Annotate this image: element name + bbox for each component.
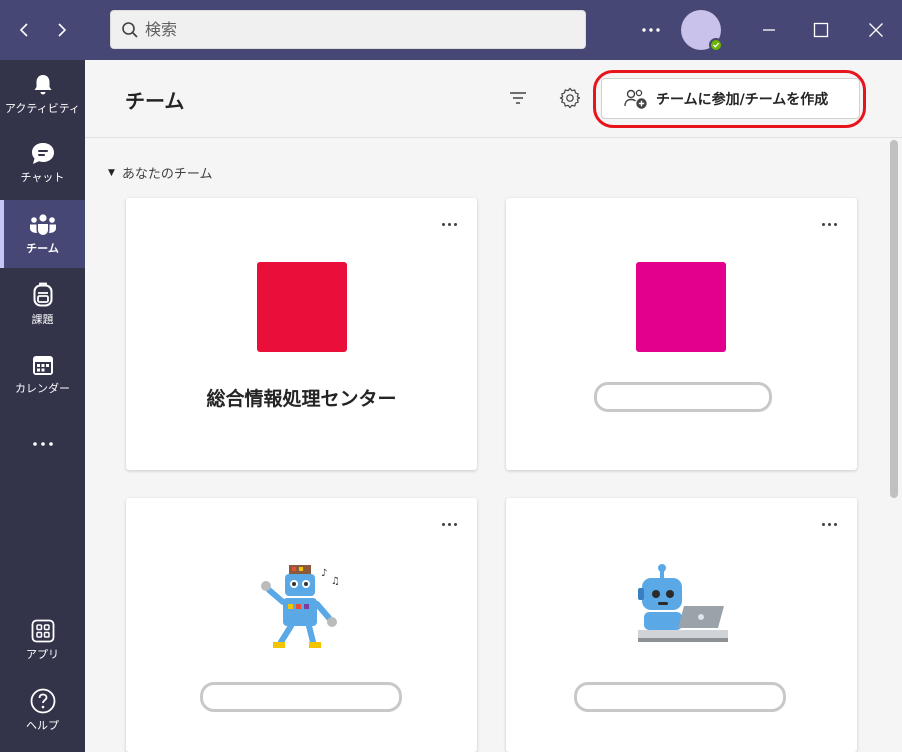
help-icon bbox=[30, 688, 55, 713]
close-button[interactable] bbox=[861, 15, 891, 45]
rail-label: アクティビティ bbox=[4, 101, 81, 115]
chevron-left-icon bbox=[19, 23, 28, 37]
team-avatar-tile bbox=[636, 262, 726, 352]
chevron-right-icon bbox=[58, 23, 67, 37]
bell-icon bbox=[34, 74, 51, 94]
chat-icon bbox=[31, 142, 54, 164]
rail-item-activity[interactable]: アクティビティ bbox=[0, 60, 85, 128]
search-input[interactable] bbox=[145, 20, 565, 39]
team-card[interactable]: ♪ ♫ bbox=[126, 498, 477, 752]
rail-item-assignments[interactable]: 課題 bbox=[0, 270, 85, 338]
more-options-button[interactable] bbox=[638, 17, 664, 43]
calendar-icon bbox=[32, 355, 53, 375]
rail-label: チーム bbox=[26, 241, 59, 255]
join-or-create-team-button[interactable]: チームに参加/チームを作成 bbox=[601, 78, 860, 119]
maximize-icon bbox=[813, 22, 829, 38]
more-horizontal-icon bbox=[642, 28, 660, 32]
rail-label: アプリ bbox=[26, 647, 59, 661]
rail-item-apps[interactable]: アプリ bbox=[0, 606, 85, 674]
more-horizontal-icon bbox=[32, 442, 53, 446]
close-icon bbox=[869, 23, 883, 37]
avatar[interactable] bbox=[681, 10, 723, 52]
app-rail: アクティビティ チャット チーム 課題 カレンダー アプリ ヘルプ bbox=[0, 60, 85, 752]
team-card[interactable] bbox=[506, 198, 857, 470]
team-more-options-button[interactable] bbox=[439, 216, 459, 232]
rail-label: ヘルプ bbox=[26, 718, 59, 732]
team-more-options-button[interactable] bbox=[819, 516, 839, 532]
gear-icon bbox=[559, 87, 581, 109]
caret-down-icon: ▼ bbox=[108, 167, 115, 178]
redacted-team-name bbox=[574, 682, 786, 712]
team-card[interactable]: 総合情報処理センター bbox=[126, 198, 477, 470]
people-add-icon bbox=[624, 89, 647, 109]
rail-item-help[interactable]: ヘルプ bbox=[0, 676, 85, 744]
team-name: 総合情報処理センター bbox=[206, 388, 397, 410]
page-header: チーム チームに参加/チームを作成 bbox=[85, 60, 902, 138]
team-more-options-button[interactable] bbox=[819, 216, 839, 232]
minimize-button[interactable] bbox=[754, 15, 784, 45]
title-bar bbox=[0, 0, 902, 60]
join-or-create-team-label: チームに参加/チームを作成 bbox=[656, 91, 829, 108]
filter-icon bbox=[510, 92, 526, 104]
teams-icon bbox=[29, 213, 56, 235]
presence-available-icon bbox=[709, 38, 723, 52]
rail-label: 課題 bbox=[31, 312, 54, 326]
apps-icon bbox=[31, 619, 54, 642]
search-icon bbox=[122, 21, 138, 38]
laptop-robot-icon bbox=[638, 564, 728, 642]
your-teams-section-toggle[interactable]: ▼ あなたのチーム bbox=[108, 163, 213, 182]
team-avatar-tile bbox=[257, 262, 347, 352]
backpack-icon bbox=[33, 282, 52, 306]
search-box[interactable] bbox=[110, 10, 586, 49]
filter-button[interactable] bbox=[504, 84, 532, 112]
rail-item-chat[interactable]: チャット bbox=[0, 129, 85, 197]
section-label: あなたのチーム bbox=[121, 167, 213, 182]
rail-label: チャット bbox=[20, 170, 65, 184]
maximize-button[interactable] bbox=[806, 15, 836, 45]
back-button[interactable] bbox=[10, 15, 40, 45]
redacted-team-name bbox=[200, 682, 402, 712]
dancing-robot-icon: ♪ ♫ bbox=[255, 562, 347, 654]
minimize-icon bbox=[763, 29, 775, 31]
forward-button[interactable] bbox=[46, 15, 76, 45]
svg-text:♪: ♪ bbox=[321, 568, 327, 579]
rail-item-teams[interactable]: チーム bbox=[0, 200, 85, 268]
manage-teams-button[interactable] bbox=[556, 84, 584, 112]
svg-text:♫: ♫ bbox=[331, 576, 340, 587]
team-card[interactable] bbox=[506, 498, 857, 752]
rail-item-calendar[interactable]: カレンダー bbox=[0, 340, 85, 408]
page-title: チーム bbox=[125, 89, 185, 113]
rail-more-button[interactable] bbox=[0, 410, 85, 478]
scrollbar-thumb[interactable] bbox=[890, 140, 898, 498]
team-more-options-button[interactable] bbox=[439, 516, 459, 532]
rail-label: カレンダー bbox=[15, 381, 70, 395]
redacted-team-name bbox=[594, 382, 772, 412]
